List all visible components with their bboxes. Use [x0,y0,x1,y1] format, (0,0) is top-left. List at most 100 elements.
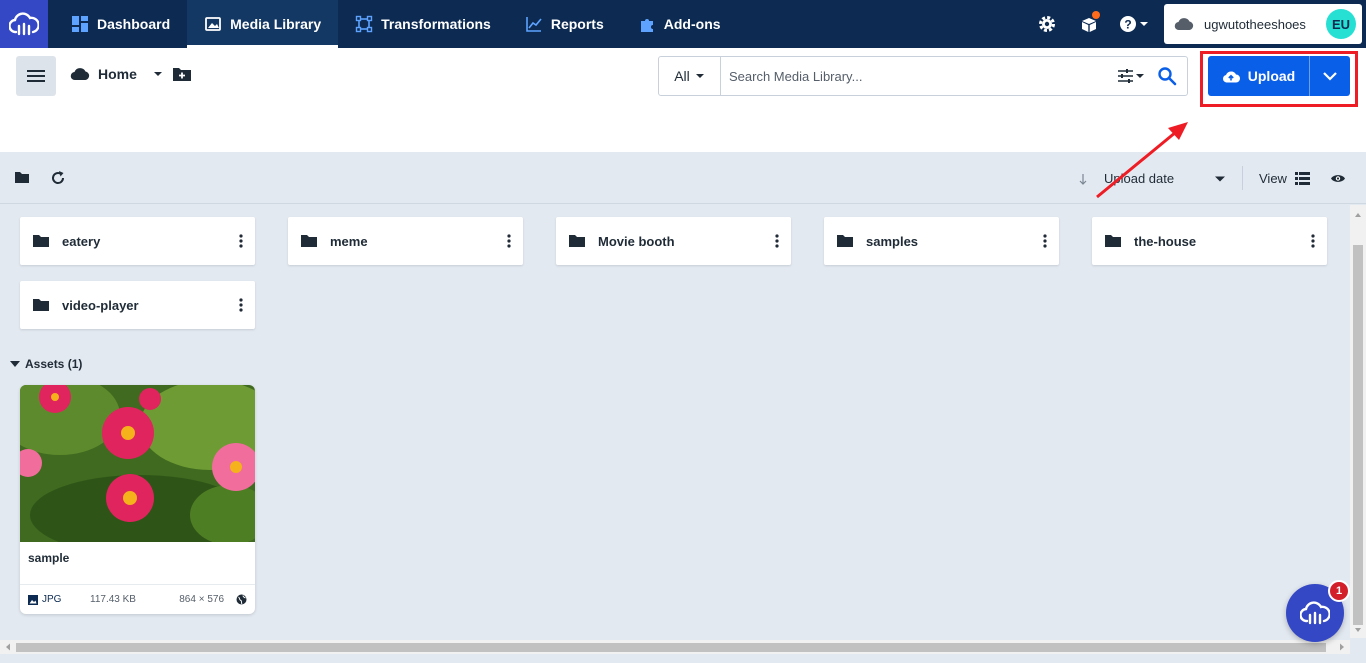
sort-select[interactable]: Upload date [1078,171,1226,186]
folder-card[interactable]: Movie booth [556,217,791,265]
scroll-right-icon [1340,643,1344,651]
scroll-up-icon [1355,213,1361,217]
asset-type: JPG [28,594,90,605]
folder-name: meme [330,233,368,249]
refresh-button[interactable] [50,170,66,189]
help-menu-button[interactable]: ? [1110,0,1158,48]
cloud-icon [1174,18,1194,31]
sort-arrow-down-icon [1079,173,1087,185]
library-toolbar: Upload date View [0,152,1366,204]
sidebar-toggle-button[interactable] [16,56,56,96]
folder-icon [837,235,853,247]
folder-plus-icon [173,68,191,81]
account-switcher[interactable]: ugwutotheeshoes EU [1164,4,1362,44]
horizontal-scrollbar-thumb[interactable] [16,643,1326,652]
notification-dot [1092,11,1100,19]
more-vertical-icon[interactable] [1043,234,1047,248]
upload-label: Upload [1247,68,1296,84]
nav-add-ons-label: Add-ons [663,16,721,32]
preview-toggle-button[interactable] [1330,172,1346,187]
transform-icon [355,15,373,33]
caret-down-icon [10,361,20,367]
dashboard-icon [72,16,88,32]
asset-name: sample [28,551,70,565]
image-icon [205,17,222,31]
cloudinary-logo[interactable] [0,0,48,48]
horizontal-scrollbar[interactable] [0,638,1366,663]
upload-options-button[interactable] [1310,56,1350,96]
scroll-left-icon [6,643,10,651]
chevron-down-icon [1323,72,1337,81]
vertical-scrollbar-thumb[interactable] [1353,245,1363,625]
puzzle-icon [640,19,653,32]
search-icon[interactable] [1157,66,1177,86]
upload-button-group: Upload [1208,56,1350,96]
asset-thumbnail [20,385,255,542]
account-name: ugwutotheeshoes [1204,16,1306,32]
more-vertical-icon[interactable] [239,234,243,248]
notifications-button[interactable] [1068,0,1110,48]
scroll-down-icon [1355,628,1361,632]
caret-down-icon [695,74,704,78]
folder-card[interactable]: video-player [20,281,255,329]
toolbar-divider [1242,166,1243,190]
more-vertical-icon[interactable] [507,234,511,248]
nav-transformations[interactable]: Transformations [338,0,508,48]
more-vertical-icon[interactable] [775,234,779,248]
eye-icon [1331,175,1345,182]
hamburger-icon [27,70,45,82]
nav-reports[interactable]: Reports [508,0,621,48]
nav-media-library[interactable]: Media Library [187,0,339,48]
support-notification-badge: 1 [1328,580,1350,602]
folder-icon [1105,235,1121,247]
top-navigation: Dashboard Media Library Transformations … [0,0,1366,48]
more-vertical-icon[interactable] [1311,234,1315,248]
search-input[interactable] [721,57,1117,95]
folder-card[interactable]: the-house [1092,217,1327,265]
top-right-controls: ? ugwutotheeshoes EU [1026,0,1366,48]
vertical-scrollbar[interactable] [1350,205,1366,638]
folder-tree-button[interactable] [14,171,30,187]
settings-button[interactable] [1026,0,1068,48]
folder-card[interactable]: eatery [20,217,255,265]
nav-media-library-label: Media Library [230,16,322,32]
view-label: View [1259,171,1287,186]
cloud-upload-icon [1222,71,1240,82]
folder-name: video-player [62,297,139,313]
assets-section-header[interactable]: Assets (1) [10,357,82,371]
search-type-select[interactable]: All [659,57,721,95]
folder-icon [301,235,317,247]
nav-dashboard-label: Dashboard [97,16,171,32]
filter-sliders-icon[interactable] [1117,68,1145,84]
folder-name: Movie booth [598,233,675,249]
folder-icon [33,235,49,247]
nav-transformations-label: Transformations [381,16,491,32]
search-type-value: All [674,68,690,84]
nav-reports-label: Reports [550,16,604,32]
sort-label: Upload date [1104,171,1175,186]
nav-add-ons[interactable]: Add-ons [621,0,738,48]
cloud-icon [70,68,90,81]
breadcrumb-home: Home [98,66,137,82]
more-vertical-icon[interactable] [239,298,243,312]
assets-section-title: Assets (1) [25,357,83,371]
image-icon [28,594,38,605]
folder-card[interactable]: samples [824,217,1059,265]
folder-icon [569,235,585,247]
folder-card[interactable]: meme [288,217,523,265]
upload-button[interactable]: Upload [1208,56,1310,96]
view-toggle[interactable]: View [1259,171,1310,186]
svg-text:?: ? [1124,18,1131,32]
new-folder-button[interactable] [172,66,192,85]
search-tools [1117,66,1187,86]
nav-dashboard[interactable]: Dashboard [54,0,187,48]
asset-card[interactable]: sample JPG 117.43 KB 864 × 576 [20,385,255,614]
library-content: eatery meme Movie booth samples the-hous… [0,205,1350,638]
search-bar: All [658,56,1188,96]
folder-icon [33,299,49,311]
breadcrumb[interactable]: Home [70,66,165,82]
chart-line-icon [526,17,542,32]
library-header: Home All Upload [0,48,1366,152]
caret-down-icon [153,72,162,76]
list-view-icon [1294,172,1310,185]
